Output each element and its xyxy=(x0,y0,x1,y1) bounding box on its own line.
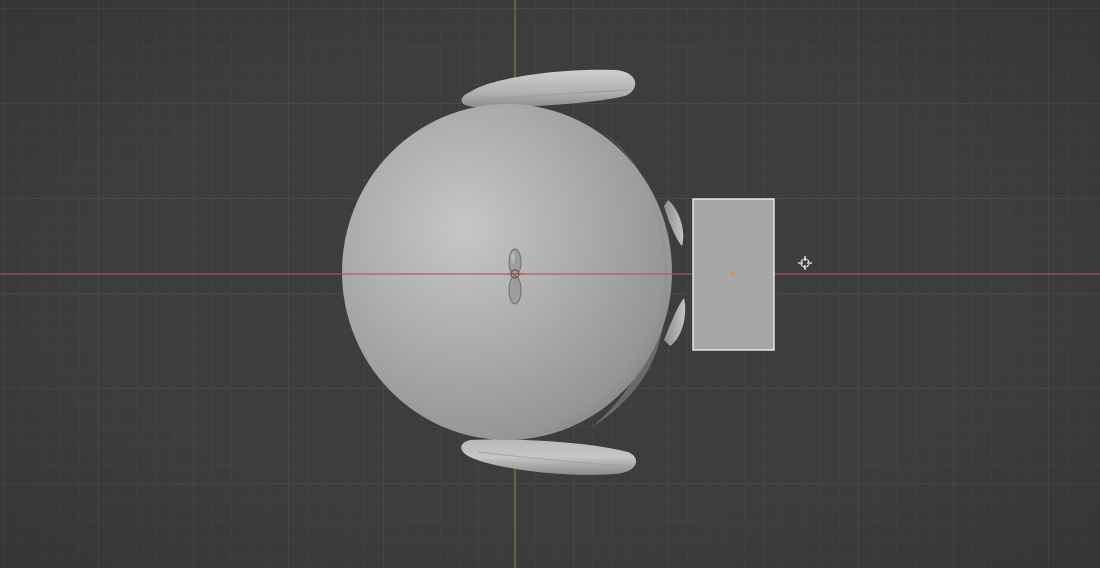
3d-viewport[interactable] xyxy=(0,0,1100,568)
viewport-vignette xyxy=(0,0,1100,568)
viewport-canvas[interactable] xyxy=(0,0,1100,568)
